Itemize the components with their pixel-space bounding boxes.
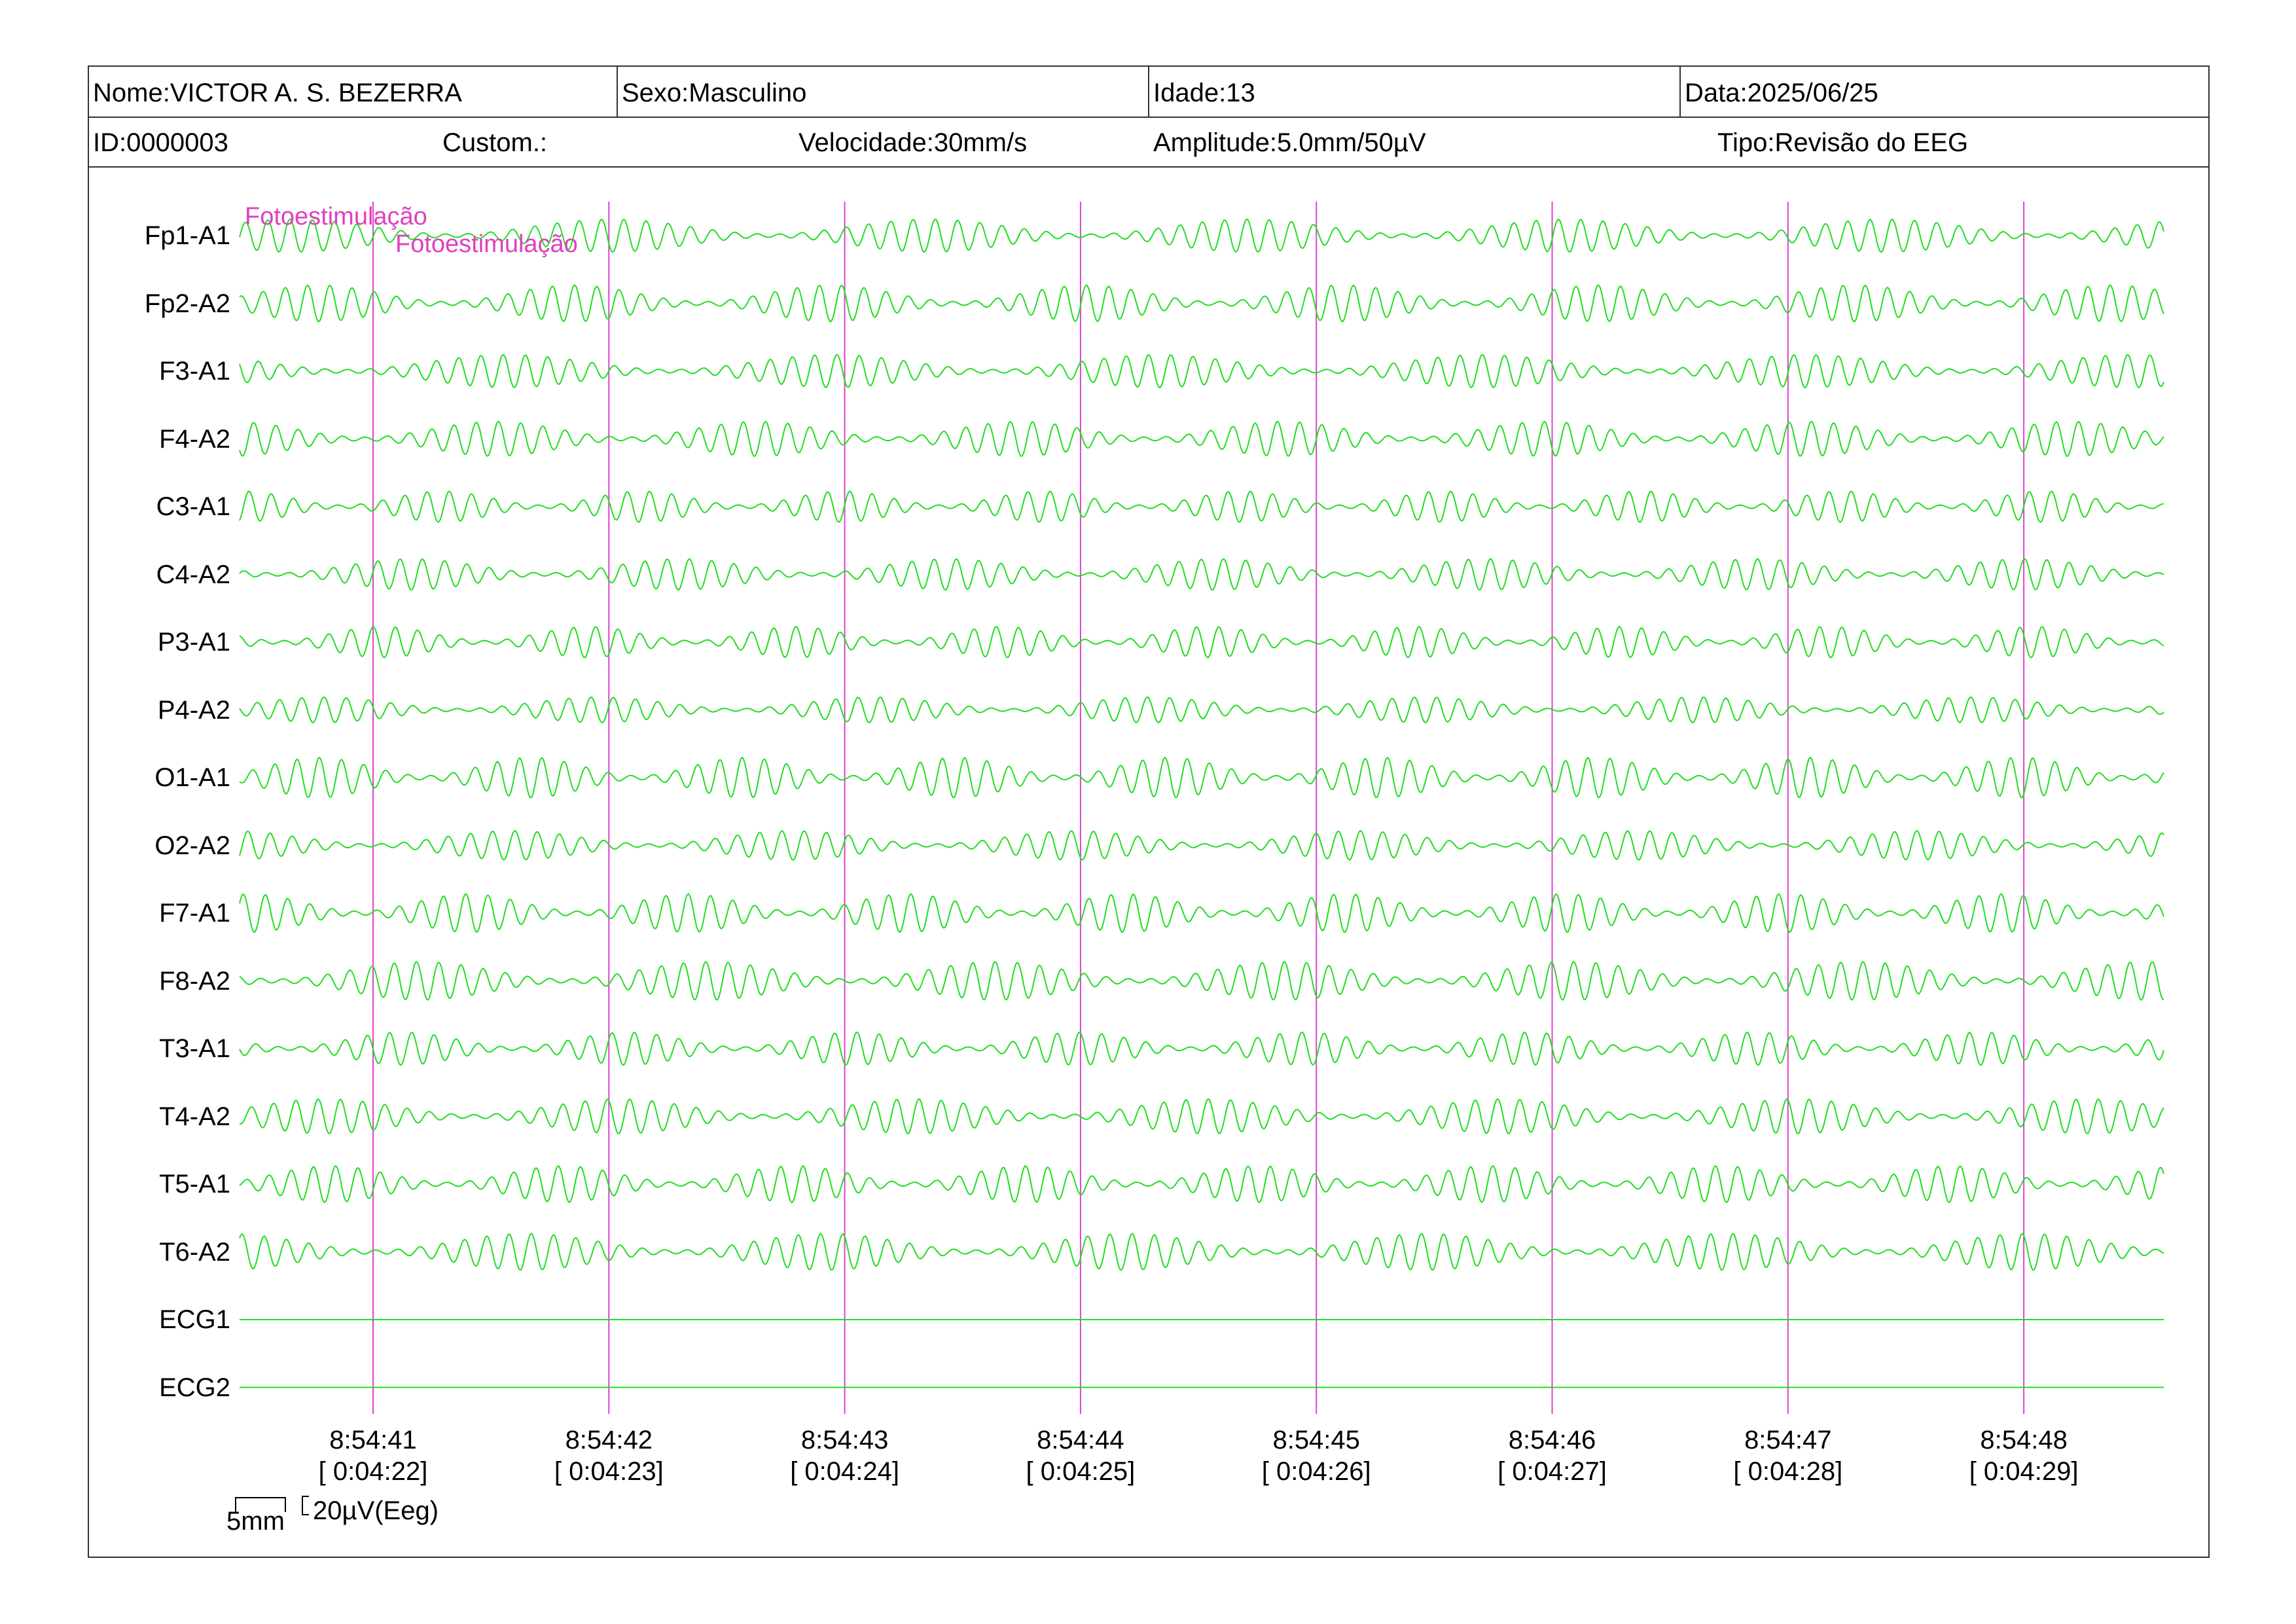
time-mark-clock: 8:54:45: [1272, 1426, 1360, 1454]
channel-trace: [239, 625, 2164, 659]
time-mark-elapsed: [ 0:04:22]: [318, 1457, 428, 1486]
channel-trace: [239, 558, 2164, 591]
time-mark-clock: 8:54:44: [1037, 1426, 1124, 1454]
time-mark-elapsed: [ 0:04:28]: [1733, 1457, 1843, 1486]
time-mark-clock: 8:54:47: [1744, 1426, 1832, 1454]
time-mark-clock: 8:54:41: [329, 1426, 417, 1454]
horizontal-scale-label: 5mm: [226, 1507, 285, 1536]
event-label: Fotoestimulação: [395, 230, 578, 258]
channel-trace: [239, 1098, 2164, 1134]
channel-trace: [239, 696, 2164, 724]
channel-trace: [239, 284, 2164, 323]
eeg-trace-area: [239, 202, 2164, 1414]
channel-trace: [239, 830, 2164, 861]
channel-trace: [239, 960, 2164, 1001]
time-mark-elapsed: [ 0:04:23]: [554, 1457, 664, 1486]
time-mark-clock: 8:54:46: [1508, 1426, 1596, 1454]
time-mark-elapsed: [ 0:04:26]: [1261, 1457, 1371, 1486]
channel-trace: [239, 1233, 2164, 1271]
event-label: Fotoestimulação: [245, 203, 427, 230]
time-mark-clock: 8:54:42: [565, 1426, 653, 1454]
time-mark-elapsed: [ 0:04:25]: [1026, 1457, 1136, 1486]
channel-trace: [239, 893, 2164, 933]
channel-trace: [239, 756, 2164, 799]
time-mark-elapsed: [ 0:04:24]: [790, 1457, 899, 1486]
channel-trace: [239, 420, 2164, 458]
time-mark-clock: 8:54:43: [800, 1426, 889, 1454]
channel-trace: [239, 490, 2164, 523]
time-mark-elapsed: [ 0:04:27]: [1498, 1457, 1607, 1486]
vertical-scale-label: 20µV(Eeg): [313, 1496, 439, 1525]
channel-trace: [239, 1031, 2164, 1066]
channel-trace: [239, 353, 2164, 389]
time-mark-elapsed: [ 0:04:29]: [1969, 1457, 2079, 1486]
time-mark-clock: 8:54:48: [1980, 1426, 2068, 1454]
vertical-scale-bar: [302, 1496, 309, 1515]
channel-trace: [239, 1165, 2164, 1204]
